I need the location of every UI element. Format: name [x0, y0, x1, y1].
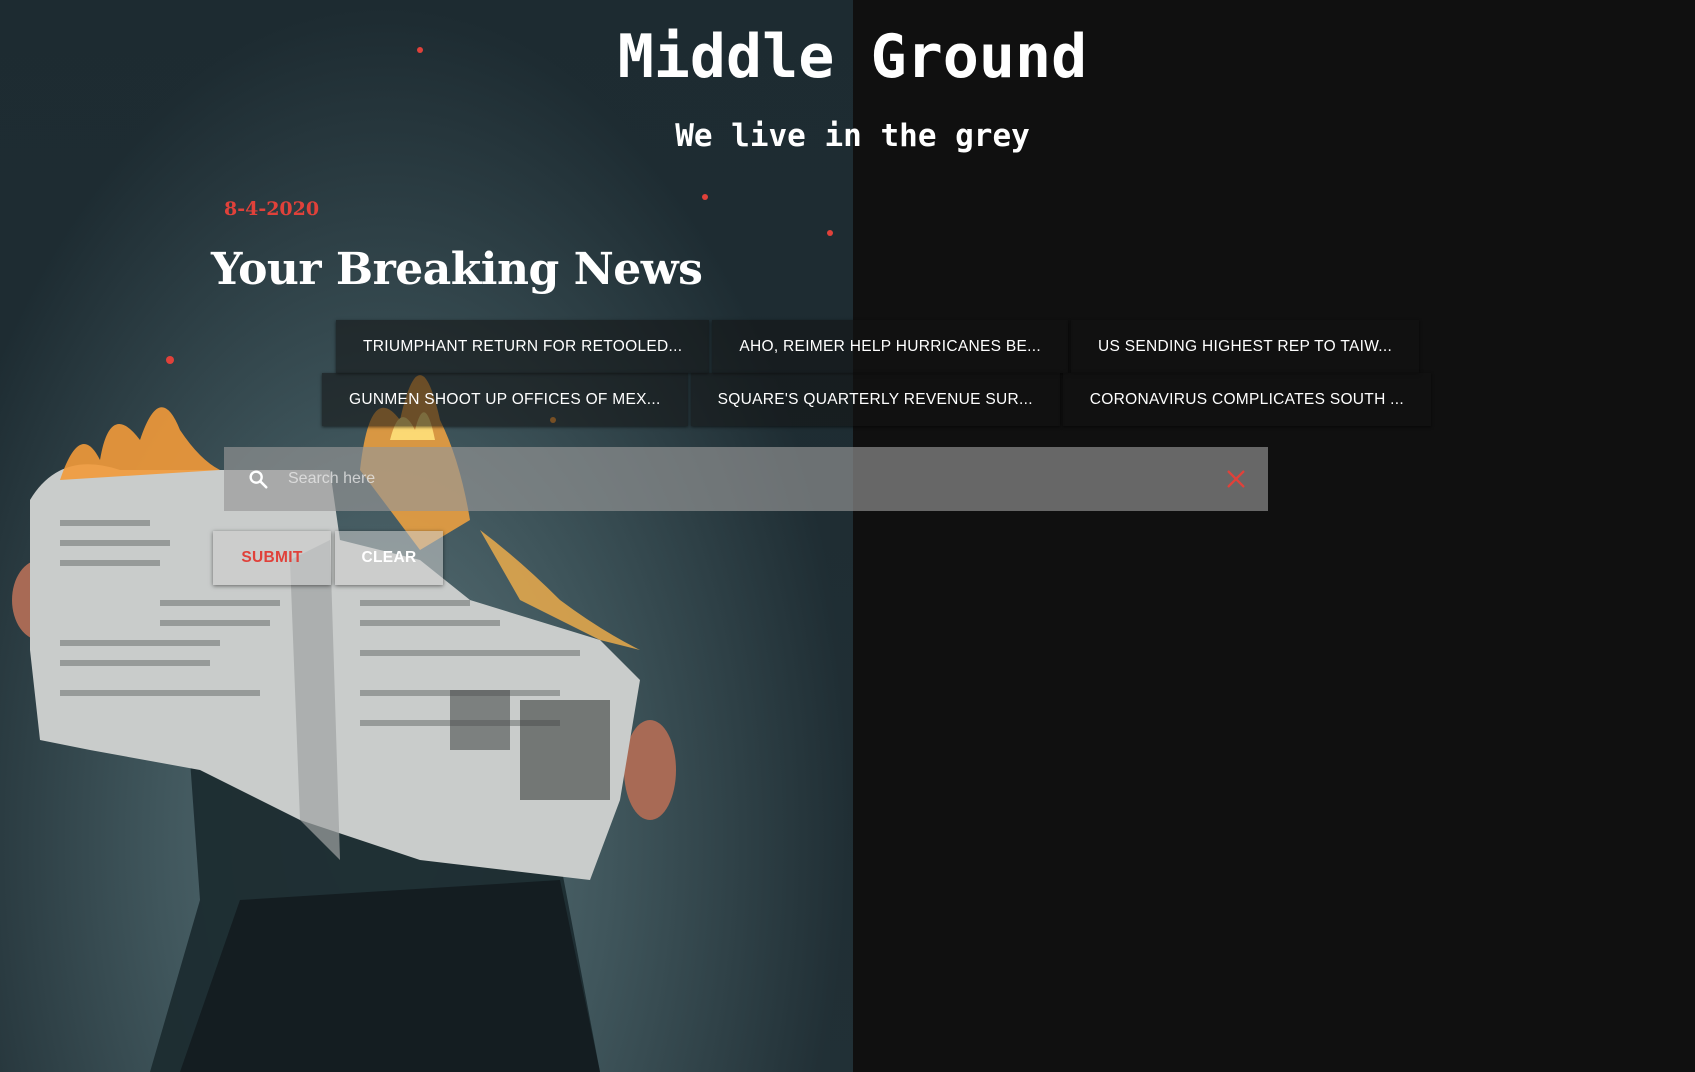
search-input[interactable] [288, 447, 1204, 511]
news-date: 8-4-2020 [224, 198, 320, 220]
page: Middle Ground We live in the grey 8-4-20… [0, 0, 1695, 1072]
close-icon[interactable] [1204, 447, 1268, 511]
news-row-2: GUNMEN SHOOT UP OFFICES OF MEX... SQUARE… [322, 373, 1434, 426]
clear-button[interactable]: CLEAR [335, 531, 443, 585]
news-item[interactable]: SQUARE'S QUARTERLY REVENUE SUR... [690, 373, 1060, 426]
news-item[interactable]: GUNMEN SHOOT UP OFFICES OF MEX... [322, 373, 688, 426]
news-row-1: TRIUMPHANT RETURN FOR RETOOLED... AHO, R… [336, 320, 1422, 373]
search-bar [224, 447, 1268, 511]
search-icon [228, 447, 288, 511]
news-item[interactable]: CORONAVIRUS COMPLICATES SOUTH ... [1062, 373, 1431, 426]
site-tagline: We live in the grey [675, 118, 1030, 154]
news-item[interactable]: AHO, REIMER HELP HURRICANES BE... [712, 320, 1068, 373]
news-item[interactable]: TRIUMPHANT RETURN FOR RETOOLED... [336, 320, 710, 373]
page-heading: Your Breaking News [211, 244, 703, 295]
submit-button[interactable]: SUBMIT [213, 531, 331, 585]
site-title: Middle Ground [617, 22, 1088, 92]
news-item[interactable]: US SENDING HIGHEST REP TO TAIW... [1070, 320, 1420, 373]
